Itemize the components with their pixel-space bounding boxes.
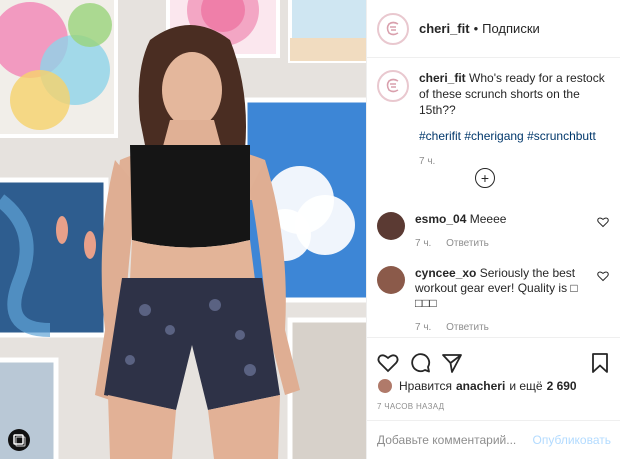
comment-username[interactable]: cyncee_xo (415, 266, 476, 280)
caption-timestamp: 7 ч. (419, 156, 436, 167)
likes-summary: Нравится anacheri и ещё 2 690 (377, 378, 577, 394)
heart-icon[interactable] (597, 270, 609, 282)
caption-body: cheri_fit Who's ready for a restock of t… (419, 70, 609, 170)
heart-icon[interactable] (377, 352, 399, 374)
header-separator: • (473, 21, 479, 36)
reply-button[interactable]: Ответить (446, 322, 489, 333)
author-username[interactable]: cheri_fit (419, 21, 470, 36)
comment-body: cyncee_xo Seriously the best workout gea… (415, 266, 585, 335)
brand-logo-icon (386, 78, 399, 93)
bookmark-icon[interactable] (589, 352, 611, 374)
comment-meta: 7 ч. Ответить (415, 320, 585, 335)
brand-logo-icon (386, 21, 399, 35)
comment-time: 7 ч. (415, 238, 432, 249)
following-button[interactable]: Подписки (482, 21, 540, 36)
likes-middle: и ещё (509, 379, 543, 393)
photo-illustration (0, 0, 366, 459)
post-header: cheri_fit • Подписки (367, 0, 620, 58)
commenter-avatar[interactable] (377, 212, 405, 240)
caption-username[interactable]: cheri_fit (419, 71, 466, 85)
post-modal: cheri_fit • Подписки cheri_fit Who's rea… (0, 0, 620, 459)
author-avatar[interactable] (377, 12, 409, 45)
comment-item: esmo_04 Meeee 7 ч. Ответить (377, 212, 613, 251)
comment-text: Meeee (469, 212, 507, 226)
heart-icon[interactable] (597, 216, 609, 228)
liker-avatar[interactable] (377, 378, 393, 394)
post-photo[interactable] (0, 0, 366, 459)
share-icon[interactable] (441, 352, 463, 374)
comment-meta: 7 ч. Ответить (415, 236, 585, 251)
publish-button[interactable]: Опубликовать (533, 433, 611, 447)
multiple-images-icon (8, 429, 30, 451)
add-comment-bar: Опубликовать (367, 420, 620, 459)
plus-circle-icon[interactable]: + (475, 168, 495, 188)
likes-prefix: Нравится (399, 379, 452, 393)
comment-input[interactable] (377, 433, 527, 447)
commenter-avatar[interactable] (377, 266, 405, 294)
comment-body: esmo_04 Meeee 7 ч. Ответить (415, 212, 585, 251)
caption-hashtags[interactable]: #cherifit #cherigang #scrunchbutt (419, 128, 609, 144)
likes-count[interactable]: 2 690 (547, 379, 577, 393)
comment-username[interactable]: esmo_04 (415, 212, 466, 226)
post-side-panel: cheri_fit • Подписки cheri_fit Who's rea… (366, 0, 620, 459)
comment-icon[interactable] (409, 352, 431, 374)
reply-button[interactable]: Ответить (446, 238, 489, 249)
post-caption: cheri_fit Who's ready for a restock of t… (377, 70, 613, 170)
post-time-ago: 7 ЧАСОВ НАЗАД (377, 402, 445, 411)
liker-username[interactable]: anacheri (456, 379, 505, 393)
comment-time: 7 ч. (415, 322, 432, 333)
comment-item: cyncee_xo Seriously the best workout gea… (377, 266, 613, 335)
caption-avatar[interactable] (377, 70, 409, 102)
